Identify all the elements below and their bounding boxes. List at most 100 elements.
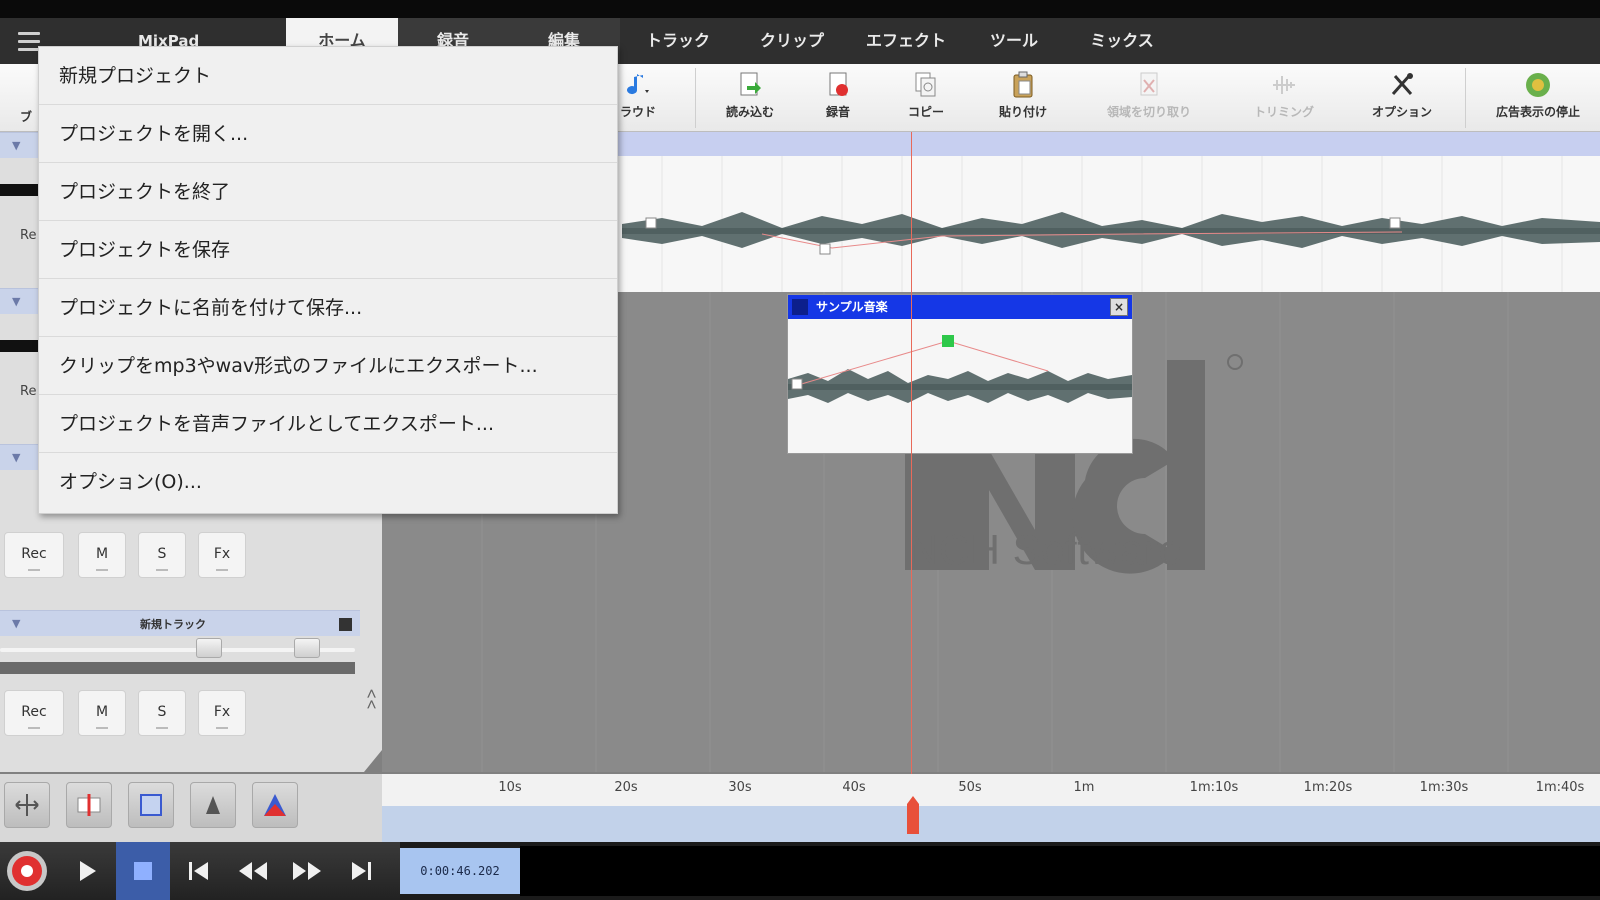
window-top-strip: [0, 0, 1600, 18]
edit-tool-strip: [0, 774, 382, 842]
ruler-tick-label: 1m:40s: [1535, 780, 1585, 795]
mute-button[interactable]: M: [78, 532, 126, 578]
fx-button[interactable]: Fx: [198, 532, 246, 578]
rewind-icon: [239, 862, 267, 880]
chevron-down-icon[interactable]: ▼: [12, 139, 20, 152]
cut-region-button[interactable]: 領域を切り取り: [1094, 70, 1204, 130]
track-level-bar: [0, 340, 40, 352]
file-dropdown-menu: 新規プロジェクト プロジェクトを開く... プロジェクトを終了 プロジェクトを保…: [38, 46, 618, 514]
audio-clip[interactable]: サンプル音楽 ×: [787, 294, 1133, 454]
options-button[interactable]: オプション: [1360, 70, 1444, 130]
ruler-tick-label: 1m:20s: [1303, 780, 1353, 795]
fast-forward-button[interactable]: [280, 842, 334, 900]
time-ruler[interactable]: 10s 20s 30s 40s 50s 1m 1m:10s 1m:20s 1m:…: [382, 774, 1600, 806]
toolbar-divider: [1465, 68, 1466, 128]
ruler-tick-label: 10s: [498, 780, 522, 795]
chevron-down-icon[interactable]: ▼: [12, 451, 20, 464]
ruler-tick-label: 20s: [614, 780, 638, 795]
toolbar-partial-label: ブ: [20, 110, 33, 124]
ruler-tick-label: 1m:10s: [1189, 780, 1239, 795]
scrub-bar[interactable]: [382, 806, 1600, 842]
record-clip-icon: [829, 72, 848, 96]
options-icon: [1391, 73, 1413, 95]
menu-item-options[interactable]: オプション(O)...: [39, 453, 617, 511]
collapse-panel-icon: <<: [362, 688, 382, 710]
playhead-marker-icon[interactable]: [903, 796, 923, 836]
stop-button[interactable]: [116, 842, 170, 900]
ruler-tick-label: 40s: [842, 780, 866, 795]
menu-item-open-project[interactable]: プロジェクトを開く...: [39, 105, 617, 163]
copy-label: コピー: [907, 105, 944, 119]
play-icon: [80, 861, 96, 881]
menu-item-save-project-as[interactable]: プロジェクトに名前を付けて保存...: [39, 279, 617, 337]
volume-slider-knob[interactable]: [196, 638, 222, 658]
copy-button[interactable]: コピー: [894, 70, 958, 130]
track-color-swatch[interactable]: [339, 618, 352, 631]
volume-pan-sliders: [0, 636, 355, 674]
skip-to-end-icon: [352, 862, 371, 880]
solo-button[interactable]: S: [138, 690, 186, 736]
stop-ads-label: 広告表示の停止: [1495, 105, 1580, 119]
tab-mix[interactable]: ミックス: [1064, 18, 1180, 64]
menu-item-close-project[interactable]: プロジェクトを終了: [39, 163, 617, 221]
menu-item-export-project[interactable]: プロジェクトを音声ファイルとしてエクスポート...: [39, 395, 617, 453]
collapse-panel-button[interactable]: <<: [358, 688, 385, 709]
rec-button[interactable]: Rec: [4, 690, 64, 736]
import-button[interactable]: 読み込む: [712, 70, 788, 130]
mute-button[interactable]: M: [78, 690, 126, 736]
clip-close-icon[interactable]: ×: [1110, 298, 1128, 316]
ruler-tick-label: 1m:30s: [1419, 780, 1469, 795]
transport-display-area: [520, 846, 1600, 896]
split-tool-button[interactable]: [66, 782, 112, 828]
trim-button[interactable]: トリミング: [1244, 70, 1324, 130]
fade-icon: [264, 794, 286, 816]
volume-envelope-button[interactable]: [190, 782, 236, 828]
chevron-down-icon[interactable]: ▼: [12, 617, 20, 630]
cut-region-label: 領域を切り取り: [1106, 105, 1191, 119]
paste-button[interactable]: 貼り付け: [988, 70, 1058, 130]
trim-label: トリミング: [1253, 105, 1314, 119]
import-label: 読み込む: [725, 105, 774, 119]
play-button[interactable]: [60, 842, 114, 900]
go-to-start-button[interactable]: [172, 842, 226, 900]
rewind-button[interactable]: [226, 842, 280, 900]
new-track-header[interactable]: ▼ 新規トラック: [0, 610, 360, 636]
menu-item-export-clip[interactable]: クリップをmp3やwav形式のファイルにエクスポート...: [39, 337, 617, 395]
copy-icon: [915, 72, 936, 97]
stop-ads-icon: [1526, 73, 1550, 97]
record-button[interactable]: [0, 842, 54, 900]
select-tool-button[interactable]: [128, 782, 174, 828]
trim-icon: [1273, 76, 1295, 94]
options-label: オプション: [1371, 105, 1432, 119]
clip-title-bar[interactable]: サンプル音楽 ×: [788, 295, 1132, 319]
menu-item-new-project[interactable]: 新規プロジェクト: [39, 47, 617, 105]
select-region-icon: [140, 794, 162, 816]
move-tool-button[interactable]: [4, 782, 50, 828]
watermark-text: NCH Software: [908, 526, 1183, 573]
clip-handle-icon[interactable]: [792, 299, 808, 315]
solo-button[interactable]: S: [138, 532, 186, 578]
pan-slider-knob[interactable]: [294, 638, 320, 658]
tab-tools[interactable]: ツール: [964, 18, 1064, 64]
rec-button-partial[interactable]: Re: [20, 228, 36, 243]
record-clip-button[interactable]: 録音: [808, 70, 868, 130]
skip-to-start-icon: [189, 862, 208, 880]
chevron-down-icon[interactable]: ▼: [12, 295, 20, 308]
stop-ads-button[interactable]: 広告表示の停止: [1482, 70, 1594, 130]
menu-item-save-project[interactable]: プロジェクトを保存: [39, 221, 617, 279]
tab-track[interactable]: トラック: [620, 18, 736, 64]
toolbar-divider: [695, 68, 696, 128]
ruler-tick-label: 30s: [728, 780, 752, 795]
clip-waveform: [788, 335, 1132, 403]
fade-tool-button[interactable]: [252, 782, 298, 828]
rec-button[interactable]: Rec: [4, 532, 64, 578]
cut-region-icon: [1140, 72, 1158, 96]
paste-label: 貼り付け: [998, 105, 1047, 119]
track-controls: Rec M S Fx: [0, 690, 250, 740]
tab-clip[interactable]: クリップ: [736, 18, 848, 64]
tab-effect[interactable]: エフェクト: [848, 18, 964, 64]
rec-button-partial[interactable]: Re: [20, 384, 36, 399]
go-to-end-button[interactable]: [334, 842, 388, 900]
time-counter: 0:00:46.202: [400, 848, 520, 894]
fx-button[interactable]: Fx: [198, 690, 246, 736]
